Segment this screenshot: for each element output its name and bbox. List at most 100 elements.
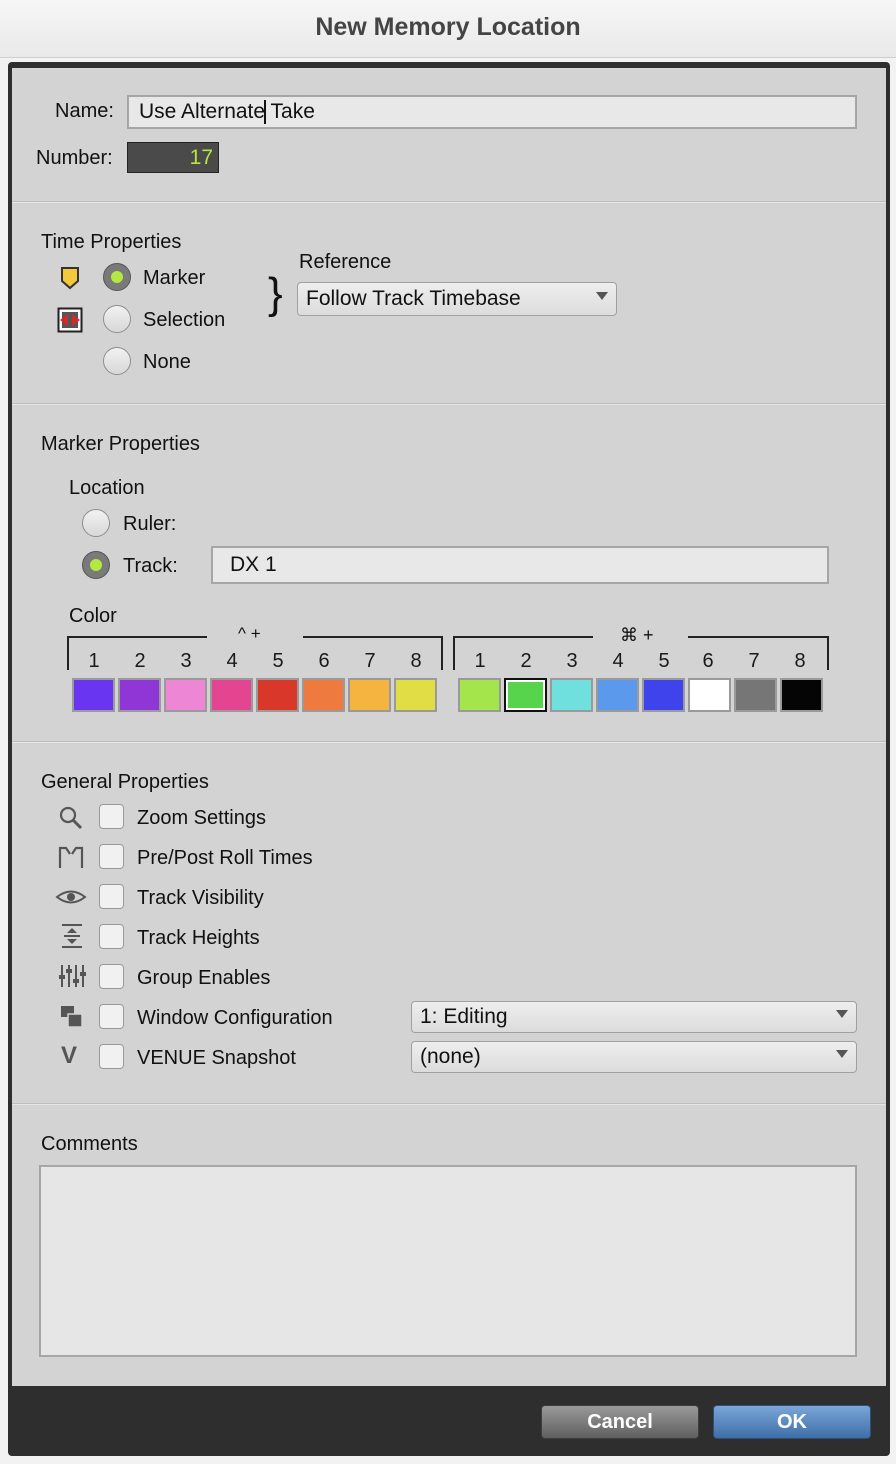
ruler-radio[interactable]	[82, 509, 110, 537]
group-enables-label: Group Enables	[137, 967, 271, 989]
color-swatch[interactable]	[348, 678, 391, 712]
color-number: 4	[226, 650, 238, 672]
selection-option-label: Selection	[143, 309, 226, 331]
color-number: 8	[410, 650, 422, 672]
track-heights-checkbox[interactable]	[99, 924, 124, 949]
window-configuration-checkbox[interactable]	[99, 1004, 124, 1029]
color-swatch[interactable]	[596, 678, 639, 712]
color-swatch[interactable]	[256, 678, 299, 712]
color-swatch[interactable]	[394, 678, 437, 712]
color-swatch[interactable]	[734, 678, 777, 712]
title-bar: New Memory Location	[0, 0, 896, 58]
color-number: 7	[748, 650, 760, 672]
windows-icon	[61, 1006, 83, 1028]
general-properties-title: General Properties	[41, 771, 209, 793]
selection-radio[interactable]	[103, 305, 131, 333]
zoom-settings-checkbox[interactable]	[99, 804, 124, 829]
track-height-icon	[62, 924, 82, 948]
color-number: 6	[702, 650, 714, 672]
color-number: 4	[612, 650, 624, 672]
color-swatch-selected[interactable]	[504, 678, 547, 712]
bracket-end	[441, 636, 443, 670]
cmd-modifier-label: ⌘ +	[620, 625, 654, 645]
section-divider	[12, 741, 886, 743]
chevron-down-icon	[596, 292, 608, 300]
name-text-after-cursor: Take	[265, 100, 315, 123]
marker-properties-title: Marker Properties	[41, 433, 200, 455]
faders-icon	[59, 965, 86, 987]
color-number: 2	[520, 650, 532, 672]
brace-icon: }	[268, 269, 283, 318]
color-swatch[interactable]	[164, 678, 207, 712]
preroll-icon	[58, 846, 84, 868]
track-visibility-label: Track Visibility	[137, 887, 264, 909]
ok-button[interactable]: OK	[713, 1405, 871, 1439]
marker-icon	[61, 267, 79, 290]
venue-snapshot-label: VENUE Snapshot	[137, 1047, 296, 1069]
color-swatch[interactable]	[642, 678, 685, 712]
section-divider	[12, 403, 886, 405]
color-number: 2	[134, 650, 146, 672]
reference-dropdown[interactable]: Follow Track Timebase	[297, 282, 617, 316]
bracket-line	[303, 636, 443, 638]
color-label: Color	[69, 605, 117, 627]
marker-option-label: Marker	[143, 267, 206, 289]
color-swatch[interactable]	[118, 678, 161, 712]
cancel-button[interactable]: Cancel	[541, 1405, 699, 1439]
reference-label: Reference	[299, 251, 392, 273]
marker-radio[interactable]	[103, 263, 131, 291]
section-divider	[12, 1103, 886, 1105]
bracket-end	[827, 636, 829, 670]
color-number: 1	[88, 650, 100, 672]
track-heights-label: Track Heights	[137, 927, 260, 949]
color-number: 5	[272, 650, 284, 672]
bracket-line	[67, 636, 207, 638]
chevron-down-icon	[836, 1050, 848, 1058]
color-swatch[interactable]	[688, 678, 731, 712]
magnifier-icon	[59, 806, 83, 830]
color-swatch[interactable]	[210, 678, 253, 712]
pre-post-roll-checkbox[interactable]	[99, 844, 124, 869]
window-configuration-value: 1: Editing	[420, 1005, 508, 1028]
time-properties-title: Time Properties	[41, 231, 182, 253]
color-number: 3	[566, 650, 578, 672]
comments-textarea[interactable]	[39, 1165, 857, 1357]
venue-snapshot-dropdown[interactable]: (none)	[411, 1041, 857, 1073]
comments-title: Comments	[41, 1133, 138, 1155]
color-number: 8	[794, 650, 806, 672]
venue-icon: V	[61, 1042, 78, 1069]
track-label: Track:	[123, 555, 178, 577]
eye-icon	[55, 890, 87, 904]
group-enables-checkbox[interactable]	[99, 964, 124, 989]
bracket-line	[688, 636, 829, 638]
name-text-before-cursor: Use Alternate	[139, 100, 266, 123]
track-visibility-checkbox[interactable]	[99, 884, 124, 909]
color-number: 7	[364, 650, 376, 672]
venue-snapshot-checkbox[interactable]	[99, 1044, 124, 1069]
track-field[interactable]: DX 1	[211, 546, 829, 584]
color-swatch[interactable]	[72, 678, 115, 712]
number-field[interactable]: 17	[127, 142, 219, 173]
chevron-down-icon	[836, 1010, 848, 1018]
track-radio[interactable]	[82, 551, 110, 579]
zoom-settings-label: Zoom Settings	[137, 807, 266, 829]
ruler-label: Ruler:	[123, 513, 177, 535]
location-label: Location	[69, 477, 145, 499]
none-radio[interactable]	[103, 347, 131, 375]
bracket-end	[453, 636, 455, 670]
name-field[interactable]: Use Alternate Take	[127, 95, 857, 129]
color-swatch[interactable]	[302, 678, 345, 712]
none-option-label: None	[143, 351, 191, 373]
color-swatch[interactable]	[780, 678, 823, 712]
pre-post-roll-label: Pre/Post Roll Times	[137, 847, 313, 869]
color-swatch[interactable]	[550, 678, 593, 712]
bracket-end	[67, 636, 69, 670]
name-label: Name:	[55, 100, 114, 122]
window-configuration-dropdown[interactable]: 1: Editing	[411, 1001, 857, 1033]
color-swatch[interactable]	[458, 678, 501, 712]
color-number: 5	[658, 650, 670, 672]
ctrl-modifier-label: ^ +	[238, 624, 261, 643]
venue-snapshot-value: (none)	[420, 1045, 481, 1068]
color-number: 1	[474, 650, 486, 672]
selection-icon	[57, 307, 83, 333]
